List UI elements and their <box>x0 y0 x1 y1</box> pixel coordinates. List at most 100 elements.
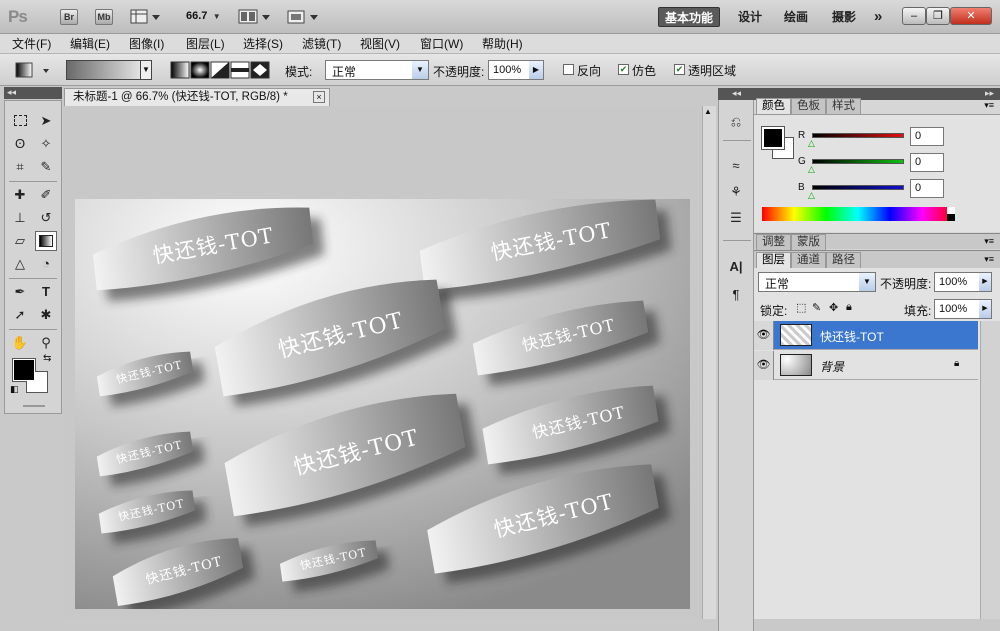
icon-strip-header[interactable]: ◂◂ <box>718 88 754 100</box>
layers-scrollbar[interactable] <box>980 321 1000 619</box>
pen-tool[interactable]: ✒ <box>9 282 31 302</box>
workspace-photography[interactable]: 摄影 <box>826 7 862 27</box>
zoom-level-dropdown[interactable]: 66.7 ▼ <box>186 10 221 22</box>
lock-position-icon[interactable]: ✥ <box>829 301 838 314</box>
crop-tool[interactable]: ⌗ <box>9 157 31 177</box>
clone-source-panel-icon[interactable]: ⚘ <box>725 182 747 202</box>
blur-tool[interactable]: △ <box>9 254 31 274</box>
layer-row-text[interactable]: 👁︎ 快还钱-TOT <box>754 321 978 350</box>
tab-swatches[interactable]: 色板 <box>791 98 826 114</box>
channel-b-field[interactable]: 0 <box>910 179 944 198</box>
foreground-color-swatch[interactable] <box>761 126 785 150</box>
marquee-tool[interactable] <box>9 111 31 131</box>
document-tab[interactable]: 未标题-1 @ 66.7% (快还钱-TOT, RGB/8) * × <box>64 88 330 106</box>
menu-filter[interactable]: 滤镜(T) <box>302 36 341 52</box>
transparency-checkbox[interactable]: ✔ <box>674 64 685 75</box>
close-tab-icon[interactable]: × <box>313 91 325 103</box>
brush-presets-panel-icon[interactable]: ≈ <box>725 156 747 176</box>
gradient-picker-arrow[interactable]: ▼ <box>140 60 152 80</box>
layer-row-background[interactable]: 👁︎ 背景 🔒︎ <box>754 351 978 380</box>
tab-color[interactable]: 颜色 <box>756 98 791 114</box>
channel-g-slider[interactable] <box>812 159 904 164</box>
blend-mode-select[interactable]: 正常 ▼ <box>758 272 876 292</box>
menu-image[interactable]: 图像(I) <box>129 36 164 52</box>
linear-gradient-icon[interactable] <box>170 61 190 79</box>
slider-handle-icon[interactable]: △ <box>808 190 815 201</box>
channel-g-field[interactable]: 0 <box>910 153 944 172</box>
menu-layer[interactable]: 图层(L) <box>186 36 225 52</box>
toolbox-header[interactable]: ◂◂ <box>4 87 62 99</box>
radial-gradient-icon[interactable] <box>190 61 210 79</box>
chevron-right-icon[interactable]: ▶ <box>529 61 543 79</box>
path-selection-tool[interactable]: ➚ <box>9 305 31 325</box>
menu-view[interactable]: 视图(V) <box>360 36 400 52</box>
vertical-scrollbar[interactable]: ▲ <box>702 106 716 619</box>
panel-menu-icon[interactable]: ▾≡ <box>984 254 994 265</box>
paragraph-panel-icon[interactable]: ¶ <box>725 285 747 305</box>
color-ramp-white[interactable] <box>947 207 955 214</box>
panel-menu-icon[interactable]: ▾≡ <box>984 100 994 111</box>
dither-checkbox[interactable]: ✔ <box>618 64 629 75</box>
lock-transparent-icon[interactable]: ⬚ <box>796 301 806 314</box>
fill-field[interactable]: 100% ▶ <box>934 299 992 319</box>
tab-channels[interactable]: 通道 <box>791 252 826 268</box>
reverse-checkbox[interactable] <box>563 64 574 75</box>
screen-mode-button[interactable] <box>286 8 322 26</box>
menu-edit[interactable]: 编辑(E) <box>70 36 110 52</box>
layer-name[interactable]: 快还钱-TOT <box>820 328 884 345</box>
hand-tool[interactable]: ✋ <box>9 333 31 353</box>
tab-styles[interactable]: 样式 <box>826 98 861 114</box>
slider-handle-icon[interactable]: △ <box>808 164 815 175</box>
history-brush-tool[interactable]: ↺ <box>35 208 57 228</box>
scroll-up-icon[interactable]: ▲ <box>704 107 712 116</box>
channel-r-field[interactable]: 0 <box>910 127 944 146</box>
panel-menu-icon[interactable]: ▾≡ <box>984 236 994 247</box>
tab-paths[interactable]: 路径 <box>826 252 861 268</box>
mode-select[interactable]: 正常 ▼ <box>325 60 429 80</box>
menu-file[interactable]: 文件(F) <box>12 36 51 52</box>
mini-bridge-button[interactable]: Mb <box>95 9 113 25</box>
close-window-button[interactable]: ✕ <box>950 7 992 25</box>
type-tool[interactable]: T <box>35 282 57 302</box>
healing-brush-tool[interactable]: ✚ <box>9 185 31 205</box>
gradient-tool[interactable] <box>35 231 57 251</box>
chevron-right-icon[interactable]: ▶ <box>979 300 991 318</box>
more-workspaces-button[interactable]: » <box>868 7 888 27</box>
tab-adjustments[interactable]: 调整 <box>756 234 791 250</box>
magic-wand-tool[interactable]: ✧ <box>35 134 57 154</box>
lock-all-icon[interactable]: 🔒︎ <box>846 301 852 314</box>
color-ramp-black[interactable] <box>947 214 955 221</box>
tool-preset-picker[interactable] <box>14 61 54 79</box>
eyedropper-tool[interactable]: ✎ <box>35 157 57 177</box>
tab-masks[interactable]: 蒙版 <box>791 234 826 250</box>
minimize-button[interactable]: – <box>902 7 926 25</box>
view-extras-button[interactable] <box>130 8 162 26</box>
arrange-documents-button[interactable] <box>238 8 274 26</box>
eye-icon[interactable]: 👁︎ <box>754 351 774 380</box>
default-colors-icon[interactable]: ◧ <box>10 384 19 395</box>
slider-handle-icon[interactable]: △ <box>808 138 815 149</box>
restore-button[interactable]: ❐ <box>926 7 950 25</box>
character-panel-icon[interactable]: A| <box>725 257 747 277</box>
menu-help[interactable]: 帮助(H) <box>482 36 523 52</box>
menu-select[interactable]: 选择(S) <box>243 36 283 52</box>
eraser-tool[interactable]: ▱ <box>9 231 31 251</box>
shape-tool[interactable]: ✱ <box>35 305 57 325</box>
quick-mask-indicator[interactable] <box>23 405 45 407</box>
lock-paint-icon[interactable]: ✎ <box>812 301 821 314</box>
lasso-tool[interactable]: ʘ <box>9 134 31 154</box>
opacity-field[interactable]: 100% ▶ <box>488 60 544 80</box>
workspace-essentials[interactable]: 基本功能 <box>658 7 721 27</box>
workspace-painting[interactable]: 绘画 <box>778 7 814 27</box>
color-ramp[interactable] <box>762 207 954 221</box>
layer-name[interactable]: 背景 <box>820 358 844 375</box>
layer-opacity-field[interactable]: 100% ▶ <box>934 272 992 292</box>
eye-icon[interactable]: 👁︎ <box>754 321 774 350</box>
bridge-button[interactable]: Br <box>60 9 78 25</box>
tab-layers[interactable]: 图层 <box>756 252 791 268</box>
image-canvas[interactable]: 快还钱-TOT 快还钱-TOT 快还钱-TOT 快还钱-TOT 快还钱-TOT 快还钱-T… <box>75 199 690 617</box>
workspace-design[interactable]: 设计 <box>732 7 768 27</box>
tool-presets-panel-icon[interactable]: ☰ <box>725 208 747 228</box>
channel-r-slider[interactable] <box>812 133 904 138</box>
history-panel-icon[interactable]: ⎌ <box>725 112 747 132</box>
